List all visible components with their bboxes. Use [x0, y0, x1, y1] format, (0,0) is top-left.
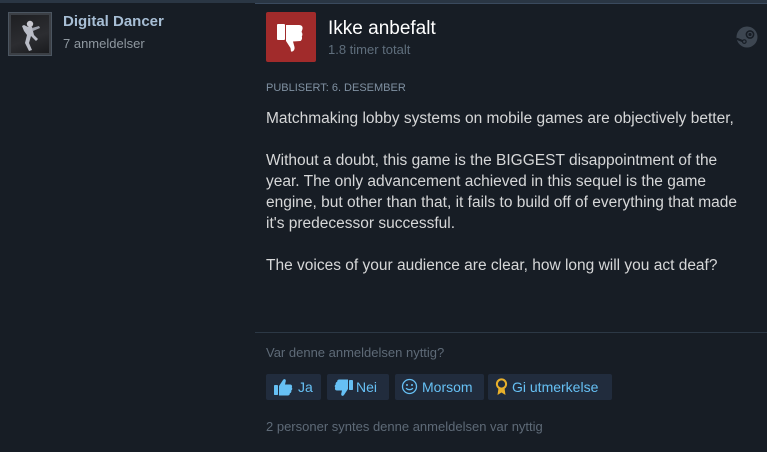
helpful-count: 2 personer syntes denne anmeldelsen var … [266, 419, 543, 434]
review-paragraph: Matchmaking lobby systems on mobile game… [266, 110, 734, 127]
author-name[interactable]: Digital Dancer [63, 13, 164, 30]
vote-funny-button[interactable]: Morsom [395, 374, 484, 400]
vote-yes-button[interactable]: Ja [266, 374, 321, 400]
review-paragraph: Without a doubt, this game is the BIGGES… [266, 152, 738, 232]
vote-no-button[interactable]: Nei [327, 374, 389, 400]
thumbs-down-icon [266, 12, 316, 62]
helpful-question: Var denne anmeldelsen nyttig? [266, 345, 445, 360]
smiley-icon [401, 378, 418, 395]
thumbs-up-icon [274, 379, 293, 396]
vote-funny-label: Morsom [422, 379, 473, 395]
steam-icon [736, 26, 758, 48]
thumbs-down-icon [334, 379, 353, 396]
recommendation-title[interactable]: Ikke anbefalt [328, 18, 436, 40]
give-award-label: Gi utmerkelse [512, 379, 599, 395]
give-award-button[interactable]: Gi utmerkelse [488, 374, 612, 400]
playtime: 1.8 timer totalt [328, 42, 411, 57]
vote-no-label: Nei [356, 379, 378, 395]
award-icon [495, 378, 508, 395]
divider [255, 332, 767, 333]
top-border-accent [255, 3, 767, 4]
author-review-count[interactable]: 7 anmeldelser [63, 36, 145, 51]
review-paragraph: The voices of your audience are clear, h… [266, 257, 718, 274]
posted-date: PUBLISERT: 6. DESEMBER [266, 82, 406, 94]
vote-yes-label: Ja [298, 379, 313, 395]
review-text: Matchmaking lobby systems on mobile game… [266, 108, 748, 276]
avatar[interactable] [8, 12, 52, 56]
